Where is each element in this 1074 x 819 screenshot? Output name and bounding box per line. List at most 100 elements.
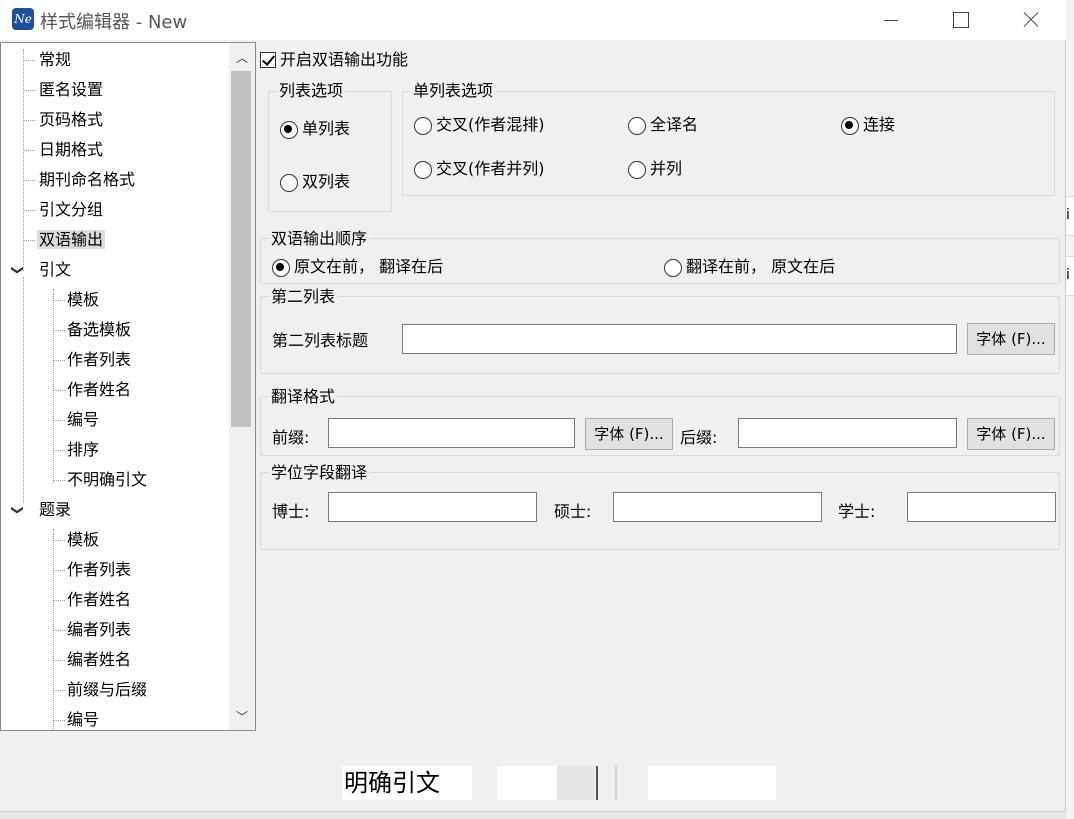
chevron-down-icon[interactable]: ❯ (5, 505, 31, 515)
tree-item-label: 常规 (39, 50, 72, 69)
tree-item-bibliography[interactable]: ❯ 题录 (11, 497, 72, 523)
single-list-options-legend: 单列表选项 (411, 81, 496, 100)
tree-scrollbar[interactable]: ︿ ﹀ (229, 43, 255, 730)
original-first-label: 原文在前， 翻译在后 (294, 257, 444, 276)
single-list-radio[interactable]: 单列表 (280, 118, 350, 140)
cross-parallel-label: 交叉(作者并列) (436, 159, 545, 178)
prefix-font-button[interactable]: 字体 (F)... (585, 418, 673, 450)
master-input[interactable] (613, 492, 822, 522)
parallel-radio[interactable]: 并列 (628, 158, 682, 180)
full-translation-radio[interactable]: 全译名 (628, 114, 698, 136)
checkbox-checked-icon[interactable] (260, 52, 276, 68)
background-edge-text: i (1066, 207, 1070, 223)
tree-item-label: 模板 (67, 530, 100, 549)
enable-bilingual-checkbox[interactable]: 开启双语输出功能 (260, 49, 408, 71)
tree-item-general[interactable]: 常规 (23, 47, 71, 73)
suffix-input[interactable] (738, 418, 957, 448)
doctor-input[interactable] (328, 492, 537, 522)
tree-item-label: 引文 (39, 260, 72, 279)
maximize-button[interactable] (937, 0, 983, 40)
app-logo-icon: Ne (12, 8, 34, 30)
background-edge-text: i (1066, 267, 1070, 283)
tree-item-citation[interactable]: ❯ 引文 (11, 257, 72, 283)
prefix-label: 前缀: (272, 428, 310, 447)
tree-item-sorting[interactable]: 排序 (53, 437, 99, 463)
connect-radio[interactable]: 连接 (841, 114, 895, 136)
tree-item-date-format[interactable]: 日期格式 (23, 137, 103, 163)
suffix-font-button[interactable]: 字体 (F)... (967, 418, 1055, 450)
tree-item-citation-numbering[interactable]: 编号 (53, 407, 99, 433)
tree-item-label: 编号 (67, 710, 100, 729)
tree-item-label: 双语输出 (37, 230, 106, 249)
full-translation-label: 全译名 (650, 115, 699, 134)
title-bar: Ne 样式编辑器 - New (0, 0, 1066, 40)
background-divider (596, 766, 598, 800)
tree-item-label: 引文分组 (39, 200, 104, 219)
cross-parallel-radio[interactable]: 交叉(作者并列) (414, 158, 545, 180)
tree-item-label: 编者姓名 (67, 650, 132, 669)
double-list-label: 双列表 (302, 172, 351, 191)
tree-item-label: 作者列表 (67, 350, 132, 369)
tree-item-ambiguous-citation[interactable]: 不明确引文 (53, 467, 147, 493)
master-label: 硕士: (554, 502, 592, 521)
settings-tree: 常规 匿名设置 页码格式 日期格式 期刊命名格式 引文分组 双语输出 ❯ 引文 模… (0, 42, 256, 731)
tree-item-label: 前缀与后缀 (67, 680, 148, 699)
single-list-label: 单列表 (302, 119, 351, 138)
tree-item-bib-author-name[interactable]: 作者姓名 (53, 587, 131, 613)
tree-item-citation-author-name[interactable]: 作者姓名 (53, 377, 131, 403)
scroll-down-icon[interactable]: ﹀ (229, 704, 255, 730)
translation-first-label: 翻译在前， 原文在后 (686, 257, 836, 276)
tree-item-label: 编号 (67, 410, 100, 429)
tree-item-label: 不明确引文 (67, 470, 148, 489)
parallel-label: 并列 (650, 159, 683, 178)
background-row: i (1066, 196, 1074, 236)
background-divider (615, 766, 617, 800)
tree-item-label: 匿名设置 (39, 80, 104, 99)
chevron-down-icon[interactable]: ❯ (5, 265, 31, 275)
scroll-thumb[interactable] (231, 71, 251, 427)
background-box (497, 766, 557, 800)
tree-item-label: 页码格式 (39, 110, 104, 129)
original-first-radio[interactable]: 原文在前， 翻译在后 (272, 256, 443, 278)
close-button[interactable] (1007, 0, 1053, 40)
tree-item-editor-list[interactable]: 编者列表 (53, 617, 131, 643)
second-list-font-button[interactable]: 字体 (F)... (967, 323, 1055, 355)
tree-item-page-format[interactable]: 页码格式 (23, 107, 103, 133)
tree-item-label: 期刊命名格式 (39, 170, 136, 189)
scroll-up-icon[interactable]: ︿ (229, 43, 255, 69)
degree-translation-legend: 学位字段翻译 (269, 463, 370, 482)
output-order-legend: 双语输出顺序 (269, 229, 370, 248)
tree-item-alt-template[interactable]: 备选模板 (53, 317, 131, 343)
tree-item-prefix-suffix[interactable]: 前缀与后缀 (53, 677, 147, 703)
background-row: i (1066, 256, 1074, 296)
double-list-radio[interactable]: 双列表 (280, 171, 350, 193)
tree-guide-line (23, 277, 24, 503)
translation-first-radio[interactable]: 翻译在前， 原文在后 (664, 256, 835, 278)
doctor-label: 博士: (272, 502, 310, 521)
cross-mixed-label: 交叉(作者混排) (436, 115, 545, 134)
prefix-input[interactable] (328, 418, 575, 448)
tree-item-citation-template[interactable]: 模板 (53, 287, 99, 313)
single-list-options-group: 单列表选项 (402, 82, 1055, 196)
tree-item-bib-template[interactable]: 模板 (53, 527, 99, 553)
tree-item-citation-author-list[interactable]: 作者列表 (53, 347, 131, 373)
tree-item-bib-numbering[interactable]: 编号 (53, 707, 100, 730)
cross-mixed-radio[interactable]: 交叉(作者混排) (414, 114, 545, 136)
tree-item-editor-name[interactable]: 编者姓名 (53, 647, 131, 673)
tree-item-journal-naming[interactable]: 期刊命名格式 (23, 167, 135, 193)
tree-item-bilingual-output[interactable]: 双语输出 (23, 227, 106, 253)
tree-item-bib-author-list[interactable]: 作者列表 (53, 557, 131, 583)
minimize-button[interactable] (868, 0, 914, 40)
tree-item-label: 日期格式 (39, 140, 104, 159)
tree-item-citation-grouping[interactable]: 引文分组 (23, 197, 103, 223)
second-list-title-input[interactable] (402, 324, 957, 354)
tree-item-label: 备选模板 (67, 320, 132, 339)
background-text: 明确引文 (342, 766, 472, 800)
tree-item-label: 题录 (39, 500, 72, 519)
suffix-label: 后缀: (680, 428, 718, 447)
bachelor-input[interactable] (907, 492, 1056, 522)
background-strip (1066, 0, 1074, 819)
tree-item-anonymous[interactable]: 匿名设置 (23, 77, 103, 103)
second-list-legend: 第二列表 (269, 287, 338, 306)
window-title: 样式编辑器 - New (40, 12, 188, 33)
